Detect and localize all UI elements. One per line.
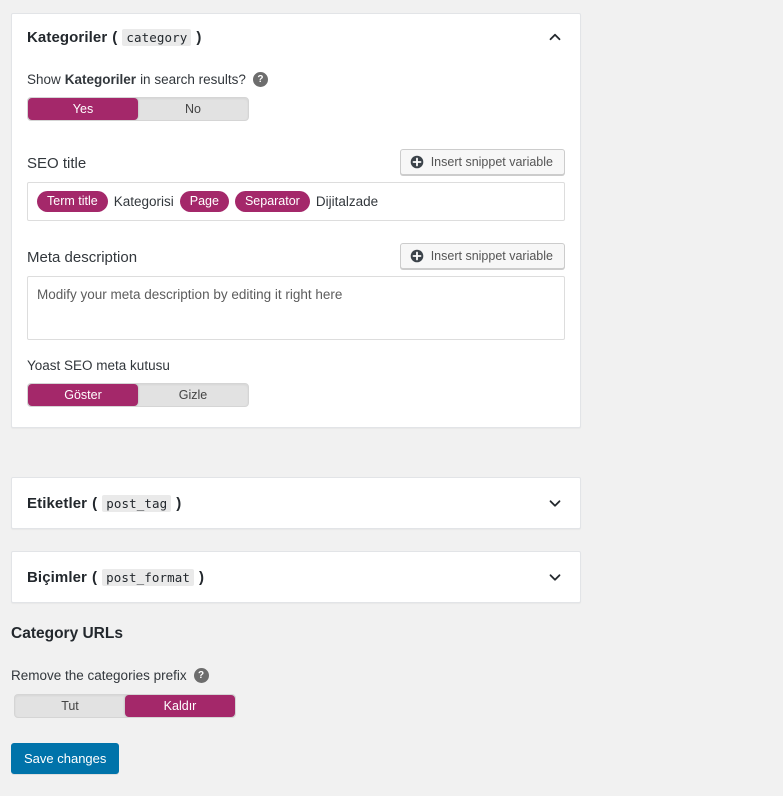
help-icon-glyph: ? — [198, 669, 205, 681]
panel-title-text: Etiketler — [27, 494, 88, 512]
insert-snippet-variable-button-description[interactable]: Insert snippet variable — [399, 243, 565, 269]
seo-title-editor[interactable]: Term title Kategorisi Page Separator Dij… — [27, 182, 565, 221]
search-results-label-suffix: in search results? — [140, 72, 246, 87]
search-results-label-strong: Kategoriler — [64, 72, 137, 87]
yoast-metabox-option-gizle[interactable]: Gizle — [138, 384, 248, 406]
meta-description-label: Meta description — [27, 249, 138, 266]
panel-title-text: Biçimler — [27, 568, 87, 586]
panel-kategoriler: Kategoriler ( category ) Show Kategorile… — [11, 13, 581, 428]
plus-circle-icon — [410, 249, 424, 263]
panel-title-kategoriler: Kategoriler ( category ) — [27, 28, 202, 46]
seo-title-text-sitename: Dijitalzade — [315, 193, 379, 209]
panel-header-etiketler[interactable]: Etiketler ( post_tag ) — [12, 478, 580, 528]
search-results-toggle[interactable]: Yes No — [27, 97, 249, 121]
panel-etiketler: Etiketler ( post_tag ) — [11, 477, 581, 529]
panel-bicimler: Biçimler ( post_format ) — [11, 551, 581, 603]
meta-description-row: Meta description Insert snippet variable — [27, 239, 565, 269]
snippet-variable-separator[interactable]: Separator — [234, 191, 310, 212]
search-results-label-prefix: Show — [27, 72, 61, 87]
help-icon[interactable]: ? — [252, 72, 268, 87]
chevron-up-icon[interactable] — [546, 28, 564, 46]
close-paren: ) — [176, 494, 182, 512]
insert-snippet-variable-label-description: Insert snippet variable — [430, 249, 553, 263]
insert-snippet-variable-button-title[interactable]: Insert snippet variable — [399, 149, 565, 175]
snippet-variable-page[interactable]: Page — [179, 191, 229, 212]
panel-taxonomy-code: post_tag — [102, 494, 172, 512]
yoast-metabox-field: Yoast SEO meta kutusu Göster Gizle — [27, 358, 565, 407]
open-paren: ( — [92, 494, 98, 512]
remove-categories-prefix-label: Remove the categories prefix ? — [11, 668, 209, 683]
help-icon-glyph: ? — [257, 73, 264, 85]
panel-title-bicimler: Biçimler ( post_format ) — [27, 568, 205, 586]
chevron-down-icon[interactable] — [546, 494, 564, 512]
panel-title-etiketler: Etiketler ( post_tag ) — [27, 494, 182, 512]
panel-body-kategoriler: Show Kategoriler in search results? ? Ye… — [12, 60, 580, 427]
seo-title-row: SEO title Insert snippet variable — [27, 145, 565, 175]
insert-snippet-variable-label-title: Insert snippet variable — [430, 155, 553, 169]
panel-taxonomy-code: category — [122, 28, 192, 46]
help-icon[interactable]: ? — [193, 668, 209, 683]
settings-page: Kategoriler ( category ) Show Kategorile… — [0, 0, 783, 796]
remove-categories-prefix-toggle[interactable]: Tut Kaldır — [14, 694, 236, 718]
plus-circle-icon — [410, 155, 424, 169]
seo-title-text-kategorisi: Kategorisi — [113, 193, 174, 209]
remove-prefix-option-tut[interactable]: Tut — [15, 695, 125, 717]
close-paren: ) — [196, 28, 202, 46]
save-changes-button[interactable]: Save changes — [11, 743, 120, 774]
yoast-metabox-label: Yoast SEO meta kutusu — [27, 358, 170, 373]
panel-header-kategoriler[interactable]: Kategoriler ( category ) — [12, 14, 580, 60]
snippet-variable-term-title[interactable]: Term title — [37, 191, 108, 212]
search-results-label: Show Kategoriler in search results? ? — [27, 72, 565, 87]
search-results-option-no[interactable]: No — [138, 98, 248, 120]
panel-taxonomy-code: post_format — [102, 568, 194, 586]
yoast-metabox-option-goster[interactable]: Göster — [28, 384, 138, 406]
meta-description-editor[interactable]: Modify your meta description by editing … — [27, 276, 565, 340]
yoast-metabox-toggle[interactable]: Göster Gizle — [27, 383, 249, 407]
seo-title-label: SEO title — [27, 155, 87, 172]
panel-header-bicimler[interactable]: Biçimler ( post_format ) — [12, 552, 580, 602]
remove-prefix-option-kaldir[interactable]: Kaldır — [125, 695, 235, 717]
remove-categories-prefix-text: Remove the categories prefix — [11, 668, 187, 683]
category-urls-heading: Category URLs — [11, 625, 123, 642]
close-paren: ) — [199, 568, 205, 586]
chevron-down-icon[interactable] — [546, 568, 564, 586]
meta-description-placeholder: Modify your meta description by editing … — [37, 287, 343, 302]
open-paren: ( — [112, 28, 118, 46]
panel-title-text: Kategoriler — [27, 28, 108, 46]
search-results-option-yes[interactable]: Yes — [28, 98, 138, 120]
open-paren: ( — [92, 568, 98, 586]
